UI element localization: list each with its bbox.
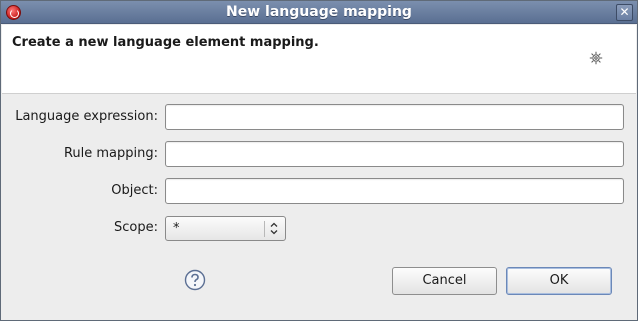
title-bar[interactable]: New language mapping ✕ [1,1,637,24]
ok-button[interactable]: OK [506,267,612,295]
scope-select[interactable]: * [165,216,286,241]
help-icon[interactable] [184,269,206,291]
language-expression-input[interactable] [165,104,624,130]
rule-mapping-input[interactable] [165,141,624,167]
rule-mapping-label: Rule mapping: [63,146,158,161]
language-expression-label: Language expression: [15,109,158,124]
gear-icon [589,51,603,65]
object-input[interactable] [165,178,624,204]
scope-selected-value: * [173,221,180,236]
dialog-window: New language mapping ✕ Create a new lang… [0,0,638,321]
close-button[interactable]: ✕ [616,4,633,21]
banner-message: Create a new language element mapping. [12,35,319,50]
scope-label: Scope: [114,220,158,235]
object-label: Object: [111,183,158,198]
window-title: New language mapping [226,4,412,20]
cancel-button[interactable]: Cancel [392,267,497,295]
dialog-banner: Create a new language element mapping. [2,25,636,94]
select-divider [264,221,265,237]
up-down-arrow-icon [270,222,278,235]
